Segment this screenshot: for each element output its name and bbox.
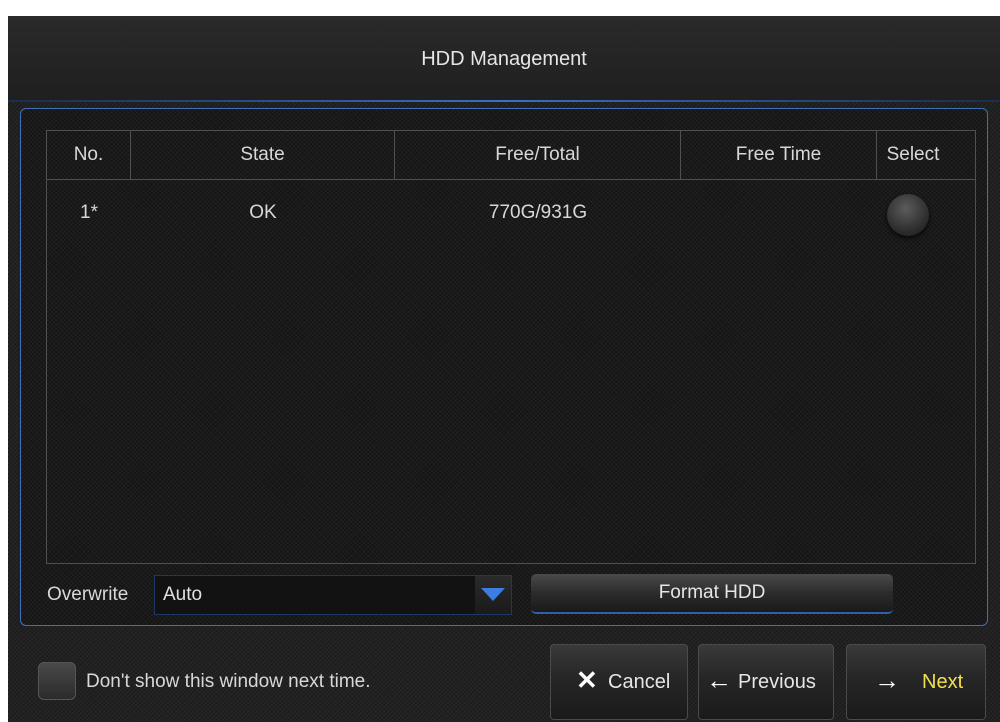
triangle-down-icon[interactable] <box>475 576 511 614</box>
arrow-right-icon: → <box>874 665 900 695</box>
cell-free-total: 770G/931G <box>488 202 588 223</box>
previous-label: Previous <box>738 671 816 693</box>
hdd-management-window: HDD Management No. State Free/Total Free… <box>8 16 1000 722</box>
column-header-select: Select <box>886 144 940 165</box>
close-icon: ✕ <box>576 665 598 695</box>
column-header-state: State <box>131 131 395 179</box>
cell-no: 1* <box>80 202 98 223</box>
next-label: Next <box>922 671 964 693</box>
cancel-button[interactable]: ✕ Cancel <box>550 644 688 720</box>
cancel-label: Cancel <box>608 671 671 693</box>
window-title: HDD Management <box>421 48 587 70</box>
table-row[interactable]: 1* OK 770G/931G <box>47 191 975 236</box>
cell-free-time <box>681 191 877 235</box>
format-hdd-button[interactable]: Format HDD <box>531 574 893 614</box>
previous-button[interactable]: ← Previous <box>698 644 834 720</box>
table-header: No. State Free/Total Free Time Select <box>47 131 975 180</box>
select-radio[interactable] <box>887 194 929 236</box>
dont-show-label: Don't show this window next time. <box>86 671 371 692</box>
column-header-no: No. <box>47 131 131 179</box>
overwrite-label: Overwrite <box>47 584 129 605</box>
hdd-table: No. State Free/Total Free Time Select 1*… <box>46 130 976 564</box>
next-button[interactable]: → Next <box>846 644 986 720</box>
cell-state: OK <box>249 202 277 223</box>
overwrite-select[interactable]: Auto <box>154 575 512 615</box>
title-bar: HDD Management <box>8 16 1000 102</box>
dont-show-checkbox[interactable] <box>38 662 76 700</box>
overwrite-select-value: Auto <box>163 584 203 605</box>
hdd-panel: No. State Free/Total Free Time Select 1*… <box>20 108 988 626</box>
column-header-free-time: Free Time <box>681 131 877 179</box>
arrow-left-icon: ← <box>706 665 732 695</box>
column-header-free-total: Free/Total <box>395 131 681 179</box>
